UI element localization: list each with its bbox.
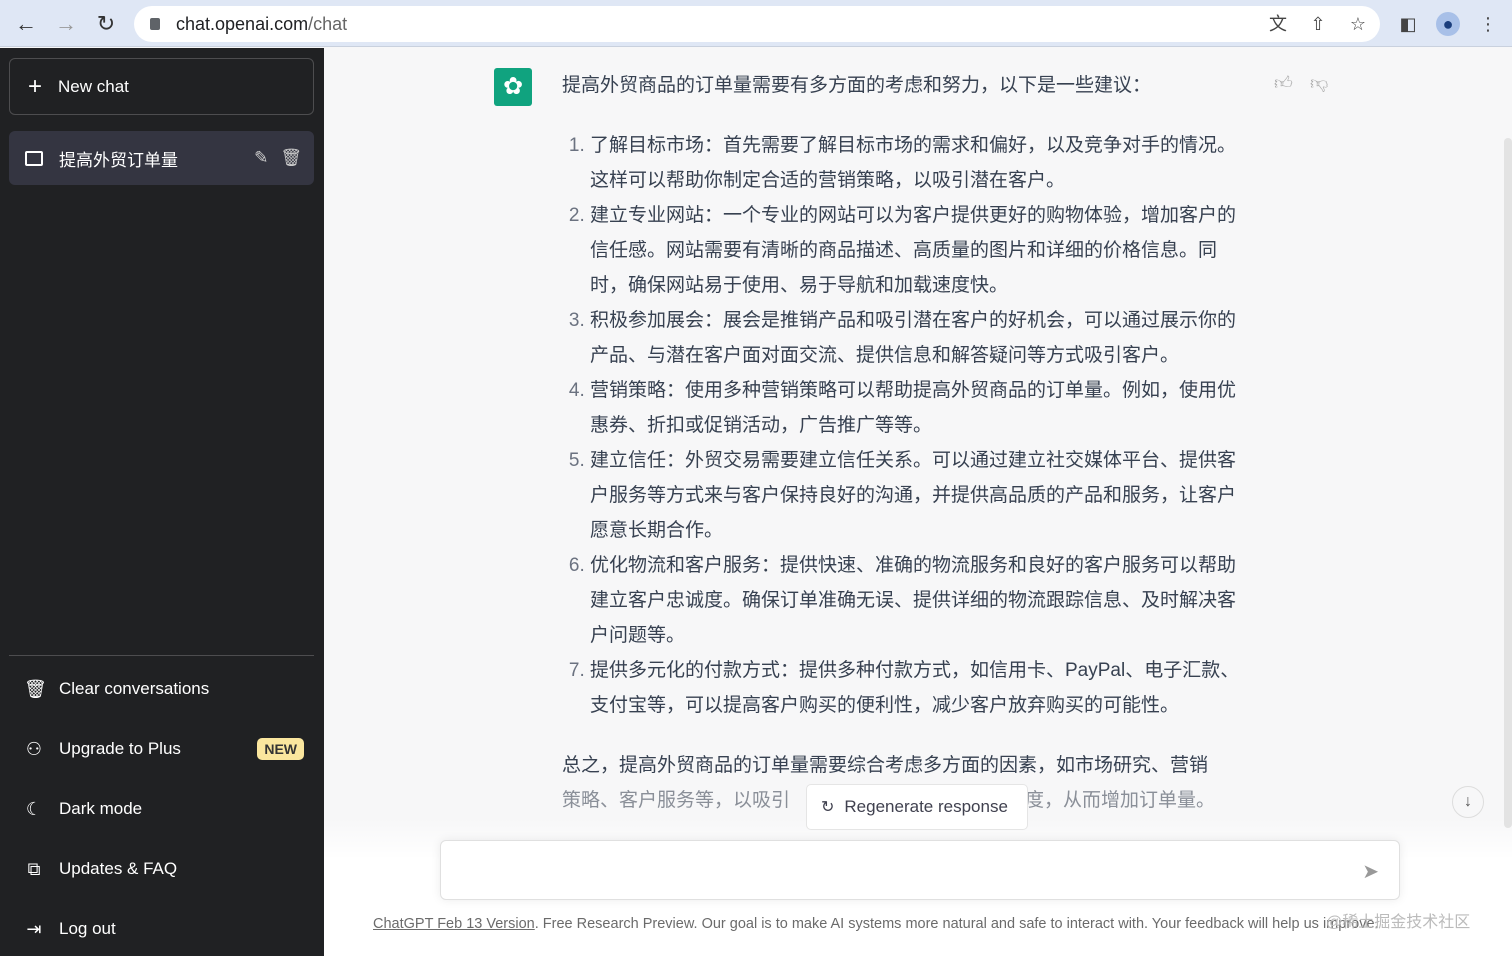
thumbs-up-icon[interactable]: 👍︎ xyxy=(1274,72,1293,94)
scrollbar[interactable] xyxy=(1504,138,1512,828)
user-icon: ⚇ xyxy=(25,738,43,759)
forward-icon[interactable]: → xyxy=(52,10,80,38)
item-label: Updates & FAQ xyxy=(59,859,178,878)
chatgpt-logo-icon: ✿ xyxy=(494,68,532,106)
footer-note: ChatGPT Feb 13 Version. Free Research Pr… xyxy=(373,916,1379,932)
summary-fragment: 度，从而增加订单量。 xyxy=(1025,790,1216,811)
log-out-button[interactable]: ⇥ Log out xyxy=(24,914,304,944)
footer-text: . Free Research Preview. Our goal is to … xyxy=(534,916,1379,932)
list-item: 建立信任：外贸交易需要建立信任关系。可以通过建立社交媒体平台、提供客户服务等方式… xyxy=(590,443,1252,548)
browser-toolbar: ← → ↻ chat.openai.com/chat 文 ⇧ ☆ ◧ ● ⋮ xyxy=(0,0,1512,47)
moon-icon: ☾ xyxy=(25,798,43,819)
conversation-item[interactable]: 提高外贸订单量 ✎ 🗑 xyxy=(9,131,314,185)
chat-bubble-icon xyxy=(25,150,43,166)
scroll-to-bottom-button[interactable]: ↓ xyxy=(1452,786,1484,818)
back-icon[interactable]: ← xyxy=(12,10,40,38)
edit-icon[interactable]: ✎ xyxy=(254,148,268,168)
reload-icon[interactable]: ↻ xyxy=(92,10,120,38)
message-input[interactable]: ➤ xyxy=(440,840,1400,900)
list-item: 建立专业网站：一个专业的网站可以为客户提供更好的购物体验，增加客户的信任感。网站… xyxy=(590,198,1252,303)
trash-icon: 🗑 xyxy=(24,678,47,699)
url-host: chat.openai.com xyxy=(176,13,309,34)
list-item: 积极参加展会：展会是推销产品和吸引潜在客户的好机会，可以通过展示你的产品、与潜在… xyxy=(590,303,1252,373)
suggestion-list: 了解目标市场：首先需要了解目标市场的需求和偏好，以及竞争对手的情况。这样可以帮助… xyxy=(562,128,1252,723)
lock-icon xyxy=(150,18,160,30)
watermark: @稀土掘金技术社区 xyxy=(1326,914,1471,931)
external-link-icon: ⧉ xyxy=(27,858,41,879)
sidebar: + New chat 提高外贸订单量 ✎ 🗑 🗑 Clear conversatio… xyxy=(0,48,324,956)
star-icon[interactable]: ☆ xyxy=(1346,12,1370,36)
new-chat-button[interactable]: + New chat xyxy=(9,58,314,115)
new-badge: NEW xyxy=(257,738,304,760)
item-label: Upgrade to Plus xyxy=(59,739,181,758)
conversation-title: 提高外贸订单量 xyxy=(59,150,178,170)
address-bar[interactable]: chat.openai.com/chat xyxy=(134,6,1380,42)
version-link[interactable]: ChatGPT Feb 13 Version xyxy=(373,916,535,932)
translate-icon[interactable]: 文 xyxy=(1266,12,1290,36)
regenerate-label: Regenerate response xyxy=(844,797,1008,816)
upgrade-to-plus-button[interactable]: ⚇ Upgrade to Plus NEW xyxy=(24,734,304,764)
list-item: 优化物流和客户服务：提供快速、准确的物流服务和良好的客户服务可以帮助建立客户忠诚… xyxy=(590,548,1252,653)
divider xyxy=(9,655,314,656)
item-label: Log out xyxy=(59,919,116,938)
message-intro: 提高外贸商品的订单量需要有多方面的考虑和努力，以下是一些建议： xyxy=(562,75,1152,96)
list-item: 提供多元化的付款方式：提供多种付款方式，如信用卡、PayPal、电子汇款、支付宝… xyxy=(590,653,1252,723)
summary-line: 总之，提高外贸商品的订单量需要综合考虑多方面的因素，如市场研究、营销 xyxy=(562,755,1209,776)
updates-faq-link[interactable]: ⧉ Updates & FAQ xyxy=(24,854,304,884)
menu-icon[interactable]: ⋮ xyxy=(1476,12,1500,36)
item-label: Dark mode xyxy=(59,799,143,818)
refresh-icon: ↻ xyxy=(821,799,835,816)
regenerate-response-button[interactable]: ↻ Regenerate response xyxy=(806,784,1028,830)
list-item: 了解目标市场：首先需要了解目标市场的需求和偏好，以及竞争对手的情况。这样可以帮助… xyxy=(590,128,1252,198)
trash-icon[interactable]: 🗑 xyxy=(280,148,302,168)
profile-icon[interactable]: ● xyxy=(1436,12,1460,36)
assistant-message: 提高外贸商品的订单量需要有多方面的考虑和努力，以下是一些建议： 了解目标市场：首… xyxy=(562,68,1252,818)
plus-icon: + xyxy=(28,72,43,100)
summary-fragment: 策略、客户服务等，以吸引 xyxy=(562,790,791,811)
thumbs-down-icon[interactable]: 👎︎ xyxy=(1310,72,1328,94)
logout-icon: ⇥ xyxy=(26,918,42,939)
share-icon[interactable]: ⇧ xyxy=(1306,12,1330,36)
clear-conversations-button[interactable]: 🗑 Clear conversations xyxy=(24,674,304,704)
sidepanel-icon[interactable]: ◧ xyxy=(1396,12,1420,36)
list-item: 营销策略：使用多种营销策略可以帮助提高外贸商品的订单量。例如，使用优惠券、折扣或… xyxy=(590,373,1252,443)
send-icon[interactable]: ➤ xyxy=(1362,859,1379,884)
item-label: Clear conversations xyxy=(59,679,210,698)
new-chat-label: New chat xyxy=(58,76,129,96)
chat-main: ✿ 提高外贸商品的订单量需要有多方面的考虑和努力，以下是一些建议： 了解目标市场… xyxy=(324,48,1512,956)
url-path: /chat xyxy=(308,13,348,34)
dark-mode-button[interactable]: ☾ Dark mode xyxy=(24,794,304,824)
